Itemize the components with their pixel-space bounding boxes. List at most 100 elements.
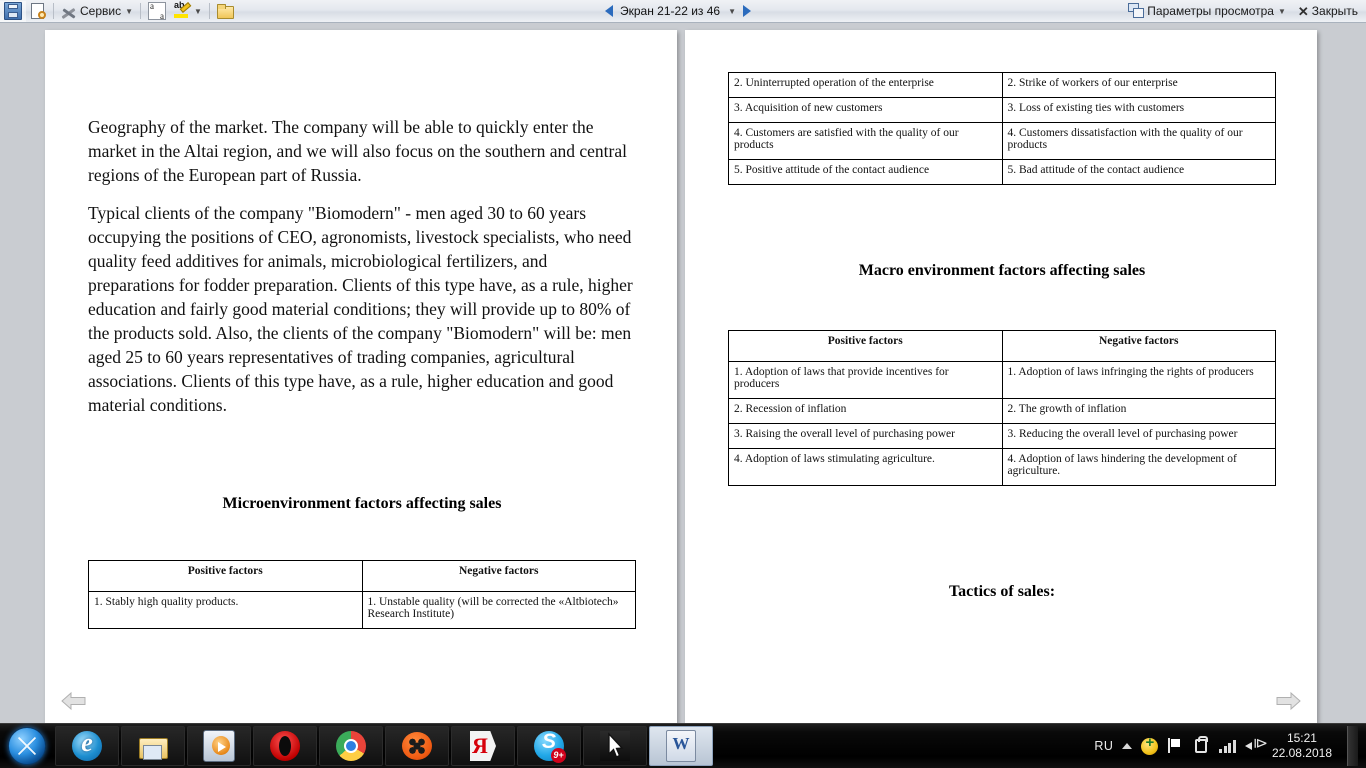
chevron-down-icon[interactable]: ▼ <box>728 7 736 16</box>
table-row: 1. Adoption of laws that provide incenti… <box>728 361 1276 399</box>
table-row: 3. Raising the overall level of purchasi… <box>728 423 1276 449</box>
save-button[interactable] <box>0 0 26 22</box>
chevron-down-icon: ▼ <box>125 6 134 16</box>
screen-counter-label: Экран 21-22 из 46 <box>620 4 721 18</box>
taskbar-item-chrome[interactable] <box>319 726 383 766</box>
highlight-button[interactable]: ▼ <box>170 0 206 22</box>
media-player-icon <box>203 730 235 762</box>
start-button[interactable] <box>0 726 54 766</box>
language-button[interactable] <box>144 1 170 22</box>
column-header-negative: Negative factors <box>1001 330 1276 362</box>
volume-icon[interactable] <box>1244 734 1268 754</box>
toolbar-right-group: Параметры просмотра ▼ ✕ Закрыть <box>1124 1 1366 22</box>
table-row: 4. Adoption of laws stimulating agricult… <box>728 448 1276 486</box>
view-params-label: Параметры просмотра <box>1147 4 1274 18</box>
previous-screen-icon[interactable] <box>605 5 613 17</box>
kmplayer-icon <box>402 732 432 760</box>
toolbar-divider <box>140 3 142 19</box>
document-canvas[interactable]: Geography of the market. The company wil… <box>0 23 1366 724</box>
taskbar-item-yandex[interactable] <box>451 726 515 766</box>
view-settings-icon <box>1128 3 1145 19</box>
arrow-left-icon <box>61 691 86 711</box>
microenvironment-table-continued: 2. Uninterrupted operation of the enterp… <box>728 72 1276 185</box>
taskbar-item-windows-explorer[interactable] <box>121 726 185 766</box>
action-center-icon[interactable] <box>1193 735 1210 755</box>
folder-icon <box>138 731 168 761</box>
windows-taskbar: 9+ RU 15:21 22.08.2018 <box>0 723 1366 768</box>
opera-icon <box>270 731 300 761</box>
macro-environment-table: Positive factors Negative factors 1. Ado… <box>728 330 1276 486</box>
table-row: 5. Positive attitude of the contact audi… <box>728 159 1276 185</box>
cell-negative-2: 2. Strike of workers of our enterprise <box>1001 72 1276 98</box>
taskbar-item-opera[interactable] <box>253 726 317 766</box>
service-menu-label: Сервис <box>80 4 122 18</box>
chevron-down-icon: ▼ <box>1277 6 1286 16</box>
heading-microenvironment: Microenvironment factors affecting sales <box>222 495 502 512</box>
taskbar-item-internet-explorer[interactable] <box>55 726 119 766</box>
service-menu-button[interactable]: Сервис ▼ <box>57 1 137 22</box>
view-params-button[interactable]: Параметры просмотра ▼ <box>1124 1 1290 22</box>
column-header-positive: Positive factors <box>728 330 1003 362</box>
antivirus-shield-icon[interactable] <box>1141 734 1159 755</box>
cell-positive-5: 5. Positive attitude of the contact audi… <box>728 159 1003 185</box>
chevron-down-icon: ▼ <box>194 6 202 16</box>
taskbar-item-media-player[interactable] <box>187 726 251 766</box>
windows-start-icon <box>8 727 46 765</box>
save-icon <box>4 2 22 20</box>
cell-positive-1: 1. Stably high quality products. <box>88 591 363 629</box>
cell-macro-positive-3: 3. Raising the overall level of purchasi… <box>728 423 1003 449</box>
toolbar-divider <box>208 3 210 19</box>
page-flip-next-button[interactable] <box>1274 690 1302 712</box>
next-screen-icon[interactable] <box>743 5 752 17</box>
paragraph-typical-clients: Typical clients of the company "Biomoder… <box>88 203 633 415</box>
cell-macro-positive-2: 2. Recession of inflation <box>728 398 1003 424</box>
print-preview-button[interactable] <box>26 1 50 22</box>
document-page-right: 2. Uninterrupted operation of the enterp… <box>685 30 1317 724</box>
cell-positive-2: 2. Uninterrupted operation of the enterp… <box>728 72 1003 98</box>
table-row: 2. Uninterrupted operation of the enterp… <box>728 72 1276 98</box>
chrome-icon <box>336 731 366 761</box>
clock[interactable]: 15:21 22.08.2018 <box>1272 731 1332 761</box>
cell-macro-negative-4: 4. Adoption of laws hindering the develo… <box>1001 448 1276 486</box>
cell-positive-3: 3. Acquisition of new customers <box>728 97 1003 123</box>
network-flag-icon[interactable] <box>1167 737 1184 755</box>
language-indicator[interactable]: RU <box>1094 739 1113 753</box>
page-flip-previous-button[interactable] <box>60 690 88 712</box>
arrow-right-icon <box>1276 691 1301 711</box>
close-icon: ✕ <box>1297 3 1309 19</box>
microenvironment-table: Positive factors Negative factors 1. Sta… <box>88 560 636 629</box>
table-header-row: Positive factors Negative factors <box>88 560 636 592</box>
cell-negative-5: 5. Bad attitude of the contact audience <box>1001 159 1276 185</box>
top-toolbar: Сервис ▼ ▼ Экран 21-22 из 46 ▼ Параметры… <box>0 0 1366 23</box>
taskbar-item-kmplayer[interactable] <box>385 726 449 766</box>
cell-macro-negative-3: 3. Reducing the overall level of purchas… <box>1001 423 1276 449</box>
table-header-row: Positive factors Negative factors <box>728 330 1276 362</box>
cell-negative-3: 3. Loss of existing ties with customers <box>1001 97 1276 123</box>
table-row: 4. Customers are satisfied with the qual… <box>728 122 1276 160</box>
cell-macro-positive-4: 4. Adoption of laws stimulating agricult… <box>728 448 1003 486</box>
skype-icon: 9+ <box>534 730 566 763</box>
cell-negative-1: 1. Unstable quality (will be corrected t… <box>361 591 636 629</box>
signal-bars-icon[interactable] <box>1219 739 1236 753</box>
show-hidden-icons-icon[interactable] <box>1122 743 1133 749</box>
new-folder-icon <box>216 3 234 19</box>
language-icon <box>148 1 167 21</box>
internet-explorer-icon <box>72 728 102 761</box>
page-navigator: Экран 21-22 из 46 ▼ <box>605 4 752 18</box>
cell-negative-4: 4. Customers dissatisfaction with the qu… <box>1001 122 1276 160</box>
toolbar-divider <box>53 3 54 19</box>
taskbar-item-microsoft-word[interactable] <box>649 726 713 766</box>
cell-macro-negative-1: 1. Adoption of laws infringing the right… <box>1001 361 1276 399</box>
word-icon <box>666 730 696 762</box>
clock-time: 15:21 <box>1286 731 1317 745</box>
taskbar-item-screenshot-tool[interactable] <box>583 726 647 766</box>
table-row: 2. Recession of inflation 2. The growth … <box>728 398 1276 424</box>
cursor-icon <box>600 731 630 761</box>
taskbar-item-skype[interactable]: 9+ <box>517 726 581 766</box>
show-desktop-button[interactable] <box>1347 726 1358 766</box>
system-tray: RU 15:21 22.08.2018 <box>1094 724 1366 768</box>
heading-tactics-of-sales: Tactics of sales: <box>948 583 1056 600</box>
new-folder-button[interactable] <box>213 1 237 22</box>
heading-macro-environment: Macro environment factors affecting sale… <box>858 262 1146 279</box>
close-button[interactable]: ✕ Закрыть <box>1294 1 1362 22</box>
